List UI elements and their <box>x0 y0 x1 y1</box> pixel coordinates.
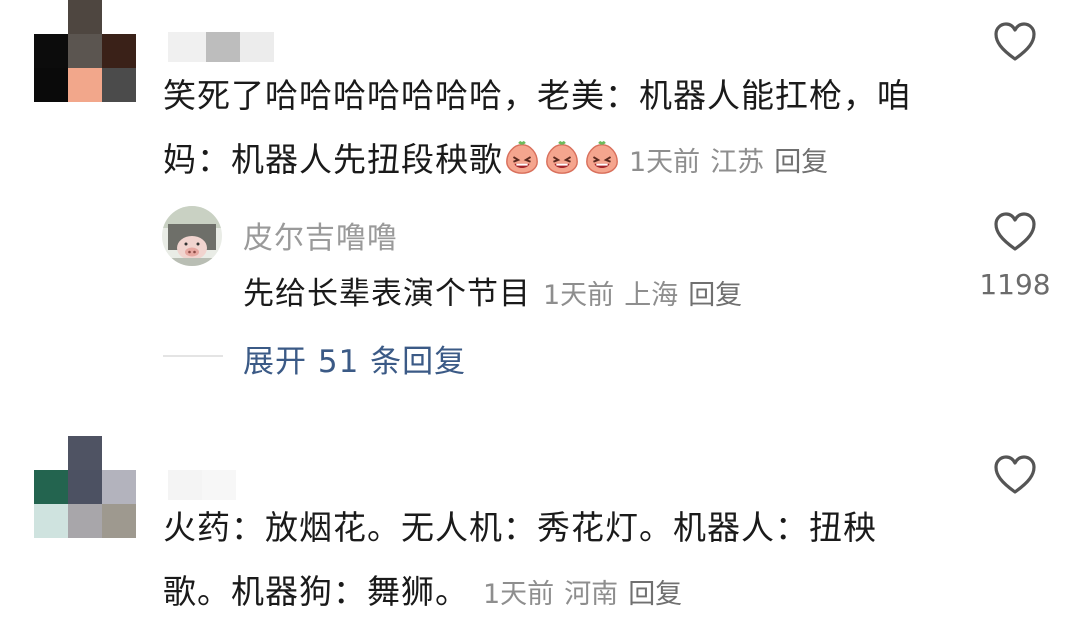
reply-location: 上海 <box>624 280 679 311</box>
reply-text: 先给长辈表演个节目 <box>243 276 531 312</box>
username-blurred[interactable] <box>168 32 274 62</box>
reply-time: 1天前 <box>543 280 615 311</box>
comment-body: 笑死了哈哈哈哈哈哈哈，老美：机器人能扛枪，咱 妈：机器人先扭段秧歌 1天前 江苏 回复 <box>163 64 953 195</box>
reply-button[interactable]: 回复 <box>774 147 828 178</box>
reply-username[interactable]: 皮尔吉噜噜 <box>243 213 398 257</box>
comment-location: 河南 <box>564 579 619 610</box>
reply-avatar[interactable] <box>162 206 222 266</box>
laugh-emoji-icon <box>546 140 578 174</box>
like-heart-icon[interactable] <box>993 212 1037 252</box>
expand-replies-button[interactable]: 展开 51 条回复 <box>243 336 466 381</box>
comment-text-line: 火药：放烟花。无人机：秀花灯。机器人：扭秧 <box>163 508 877 547</box>
like-count: 1198 <box>979 268 1051 301</box>
comment-meta: 1天前 江苏 回复 <box>629 147 838 178</box>
reply-button[interactable]: 回复 <box>628 579 682 610</box>
comment-time: 1天前 <box>483 579 555 610</box>
comment-section: 笑死了哈哈哈哈哈哈哈，老美：机器人能扛枪，咱 妈：机器人先扭段秧歌 1天前 江苏 回复… <box>0 0 1080 626</box>
comment-text-line: 妈：机器人先扭段秧歌 <box>163 140 503 179</box>
comment-text-line: 笑死了哈哈哈哈哈哈哈，老美：机器人能扛枪，咱 <box>163 76 911 115</box>
avatar[interactable] <box>34 0 136 102</box>
comment-location: 江苏 <box>710 147 765 178</box>
pig-avatar-image <box>162 206 222 266</box>
like-heart-icon[interactable] <box>993 22 1037 62</box>
reply-meta: 1天前 上海 回复 <box>543 280 752 311</box>
comment-time: 1天前 <box>629 147 701 178</box>
laugh-emoji-icon <box>506 140 538 174</box>
avatar[interactable] <box>34 436 136 538</box>
comment-text-line: 歌。机器狗：舞狮。 <box>163 572 469 611</box>
laugh-emoji-icon <box>586 140 618 174</box>
comment-meta: 1天前 河南 回复 <box>483 579 692 610</box>
expand-divider <box>163 355 223 357</box>
comment-body: 火药：放烟花。无人机：秀花灯。机器人：扭秧 歌。机器狗：舞狮。 1天前 河南 回复 <box>163 496 953 626</box>
reply-body: 先给长辈表演个节目 1天前 上海 回复 <box>243 268 752 313</box>
like-heart-icon[interactable] <box>993 455 1037 495</box>
reply-button[interactable]: 回复 <box>688 280 742 311</box>
